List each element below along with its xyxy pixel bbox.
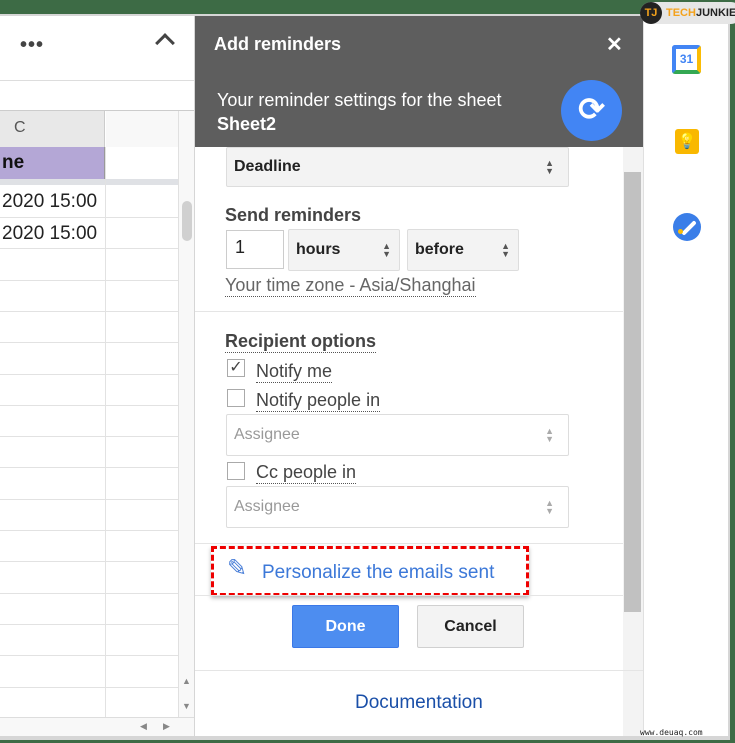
close-icon[interactable]: ✕ bbox=[606, 32, 623, 57]
relation-select[interactable]: before ▲ ▼ bbox=[407, 229, 519, 271]
dialog-title: Add reminders bbox=[214, 34, 342, 54]
grid-line bbox=[0, 655, 178, 657]
grid-line bbox=[0, 217, 178, 218]
google-tasks-icon[interactable] bbox=[673, 213, 701, 241]
spreadsheet-area: ••• C ne 2020 15:00 2020 15:00 ▲ ▼ ◀ ▶ bbox=[0, 16, 194, 736]
done-button[interactable]: Done bbox=[292, 605, 399, 648]
grid-line bbox=[0, 498, 178, 500]
sheet-name: Sheet2 bbox=[217, 114, 277, 134]
grid-line bbox=[0, 467, 178, 469]
cancel-button[interactable]: Cancel bbox=[417, 605, 524, 648]
cc-people-checkbox[interactable] bbox=[227, 462, 245, 480]
grid-line bbox=[0, 248, 178, 250]
amount-input[interactable]: 1 bbox=[226, 230, 284, 269]
grid-line bbox=[0, 279, 178, 281]
cc-people-label[interactable]: Cc people in bbox=[256, 462, 357, 484]
horizontal-scrollbar[interactable]: ◀ ▶ bbox=[0, 717, 194, 736]
timezone-text: Your time zone - Asia/Shanghai bbox=[225, 275, 476, 297]
unit-select[interactable]: hours ▲ ▼ bbox=[288, 229, 400, 271]
grid-line bbox=[0, 530, 178, 531]
side-panel: 31 💡 bbox=[643, 16, 728, 736]
grid-line bbox=[0, 310, 178, 312]
grid-line bbox=[0, 342, 178, 344]
pencil-icon: ✎ bbox=[227, 555, 248, 582]
grid-line bbox=[0, 561, 178, 563]
header-cell[interactable]: ne bbox=[0, 147, 105, 179]
send-reminders-label: Send reminders bbox=[225, 205, 362, 225]
cell[interactable]: 2020 15:00 bbox=[2, 191, 97, 213]
column-header-c[interactable]: C bbox=[0, 111, 105, 147]
documentation-link[interactable]: Documentation bbox=[355, 692, 483, 714]
notify-people-label[interactable]: Notify people in bbox=[256, 390, 381, 412]
grid-line bbox=[0, 404, 178, 406]
notify-people-checkbox[interactable] bbox=[227, 389, 245, 407]
google-calendar-icon[interactable]: 31 bbox=[672, 45, 701, 74]
vertical-scrollbar[interactable]: ▲ ▼ bbox=[178, 111, 194, 721]
add-reminders-dialog: Add reminders ✕ Your reminder settings f… bbox=[195, 16, 643, 736]
chevron-up-icon[interactable] bbox=[155, 33, 175, 53]
techjunkie-logo: TJ TECHJUNKIE bbox=[640, 2, 735, 24]
recipient-options-label: Recipient options bbox=[225, 331, 377, 353]
grid-line bbox=[0, 623, 178, 625]
grid-line bbox=[0, 686, 178, 688]
watermark-url: www.deuaq.com bbox=[640, 728, 703, 737]
notify-me-label[interactable]: Notify me bbox=[256, 361, 333, 383]
dialog-header: Add reminders ✕ Your reminder settings f… bbox=[195, 16, 643, 147]
dialog-subtitle: Your reminder settings for the sheet bbox=[217, 90, 502, 110]
column-header-d[interactable] bbox=[106, 111, 178, 147]
grid-line bbox=[0, 592, 178, 594]
grid-line bbox=[0, 436, 178, 438]
notify-me-checkbox[interactable]: ✓ bbox=[227, 359, 245, 377]
google-keep-icon[interactable]: 💡 bbox=[675, 129, 699, 154]
personalize-emails-link[interactable]: Personalize the emails sent bbox=[262, 562, 494, 584]
more-options-icon[interactable]: ••• bbox=[20, 34, 44, 57]
dialog-scrollbar[interactable] bbox=[623, 147, 643, 736]
deadline-select[interactable]: Deadline ▲ ▼ bbox=[226, 147, 569, 187]
refresh-icon[interactable]: ⟳ bbox=[561, 80, 622, 141]
cell[interactable]: 2020 15:00 bbox=[2, 223, 97, 245]
cc-people-select[interactable]: Assignee ▲ ▼ bbox=[226, 486, 569, 528]
notify-people-select[interactable]: Assignee ▲ ▼ bbox=[226, 414, 569, 456]
grid-line bbox=[0, 373, 178, 375]
